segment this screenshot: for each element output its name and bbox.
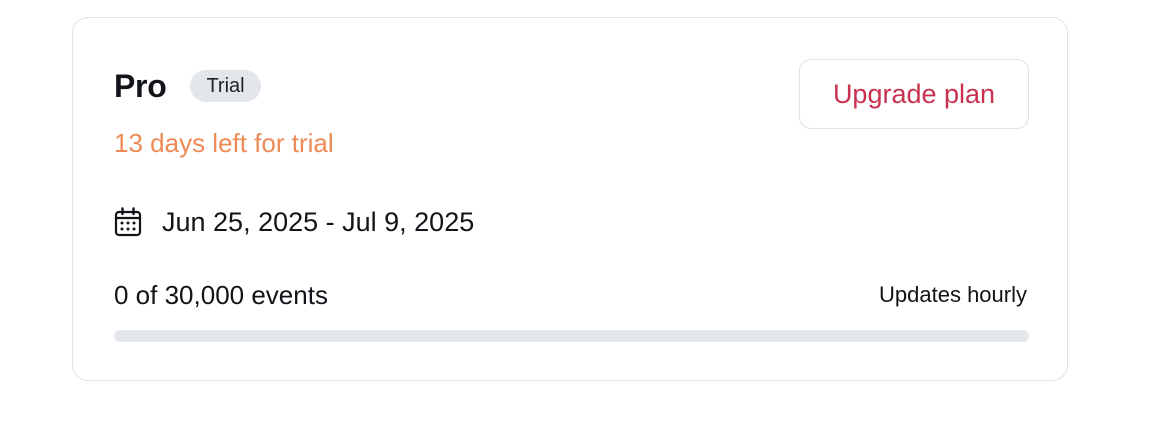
trial-remaining-text: 13 days left for trial: [114, 128, 334, 158]
usage-progress-bar: [114, 330, 1029, 342]
upgrade-plan-button[interactable]: Upgrade plan: [799, 59, 1029, 129]
plan-name: Pro: [114, 68, 167, 104]
usage-summary: 0 of 30,000 events: [114, 280, 328, 310]
plan-header: Pro Trial: [114, 70, 261, 102]
calendar-icon: [114, 207, 142, 237]
billing-period-range: Jun 25, 2025 - Jul 9, 2025: [162, 207, 475, 237]
plan-card: Pro Trial 13 days left for trial Upgrade…: [72, 17, 1068, 381]
billing-period: Jun 25, 2025 - Jul 9, 2025: [114, 207, 474, 237]
trial-badge: Trial: [190, 70, 261, 102]
update-frequency-note: Updates hourly: [879, 282, 1027, 307]
